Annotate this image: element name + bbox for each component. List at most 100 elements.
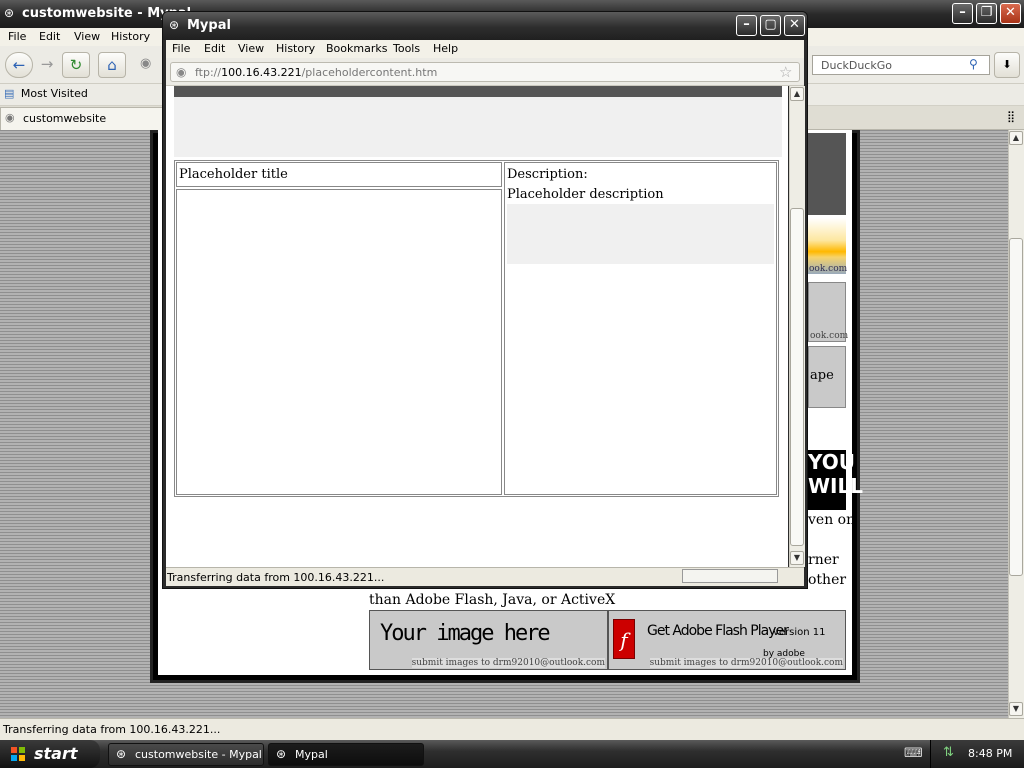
- side-box-ape-text: ape: [810, 368, 834, 383]
- page-header-bar: [174, 86, 782, 97]
- side-text-seen-on: ven on: [808, 512, 856, 528]
- maximize-button[interactable]: ❐: [976, 3, 997, 24]
- taskbar-button-label: Mypal: [295, 748, 328, 761]
- bookmark-folder-icon: ▤: [4, 87, 15, 100]
- side-banner-dark: [808, 133, 846, 215]
- mypal-app-icon: ⊛: [169, 18, 180, 32]
- main-status-text: Transferring data from 100.16.43.221...: [3, 723, 221, 736]
- scroll-up-arrow[interactable]: ▲: [1009, 131, 1023, 145]
- image-cell: [176, 189, 502, 495]
- taskbar-button-label: customwebsite - Mypal: [135, 748, 262, 761]
- popup-scroll-up-arrow[interactable]: ▲: [790, 87, 804, 101]
- popup-maximize-button[interactable]: ▢: [760, 15, 781, 36]
- ad-headline: Your image here: [380, 621, 551, 646]
- reload-button[interactable]: ↻: [62, 52, 90, 78]
- title-cell: Placeholder title: [176, 162, 502, 187]
- main-statusbar: Transferring data from 100.16.43.221...: [0, 718, 1024, 740]
- popup-menu-edit[interactable]: Edit: [204, 42, 225, 55]
- ad-submit-note: submit images to drm92010@outlook.com: [411, 658, 605, 668]
- popup-titlebar[interactable]: ⊛ Mypal – ▢ ✕: [163, 12, 807, 40]
- popup-status-text: Transferring data from 100.16.43.221...: [167, 571, 385, 584]
- description-text: Placeholder description: [507, 187, 664, 202]
- start-button[interactable]: start: [0, 740, 100, 768]
- home-button[interactable]: ⌂: [98, 52, 126, 78]
- tab-customwebsite[interactable]: ◉ customwebsite: [0, 107, 170, 130]
- menu-edit[interactable]: Edit: [39, 30, 60, 43]
- downloads-button[interactable]: ⬇: [994, 52, 1020, 78]
- ad-get-flash-player[interactable]: f Get Adobe Flash Player version 11 by a…: [608, 610, 846, 670]
- back-button[interactable]: ←: [5, 52, 33, 78]
- reload-icon: ↻: [69, 56, 83, 74]
- home-icon: ⌂: [107, 56, 117, 74]
- forward-button[interactable]: →: [33, 52, 61, 78]
- side-banner-you-will: YOU WILL: [808, 450, 863, 510]
- site-identity-icon[interactable]: ◉: [176, 65, 186, 79]
- side-box-caption: ook.com: [810, 331, 849, 341]
- start-label: start: [34, 744, 78, 763]
- flash-notice-text: than Adobe Flash, Java, or ActiveX: [369, 592, 616, 608]
- url-host: 100.16.43.221: [221, 66, 302, 79]
- popup-close-button[interactable]: ✕: [784, 15, 805, 36]
- ad-submit-note: submit images to drm92010@outlook.com: [649, 658, 843, 668]
- taskbar-button-customwebsite[interactable]: ⊛ customwebsite - Mypal: [108, 743, 264, 766]
- popup-title: Mypal: [187, 18, 231, 33]
- url-path: /placeholdercontent.htm: [301, 66, 438, 79]
- popup-menu-bookmarks[interactable]: Bookmarks: [326, 42, 387, 55]
- ad-flash-version: version 11: [773, 627, 826, 638]
- bookmark-most-visited[interactable]: ▤ Most Visited: [4, 87, 88, 100]
- popup-menu-tools[interactable]: Tools: [393, 42, 420, 55]
- scroll-down-arrow[interactable]: ▼: [1009, 702, 1023, 716]
- side-image-caption: ook.com: [809, 264, 848, 274]
- popup-menu-file[interactable]: File: [172, 42, 190, 55]
- side-box: ook.com: [808, 282, 849, 342]
- windows-logo-icon: [11, 747, 25, 761]
- mypal-app-icon: ⊛: [116, 747, 127, 761]
- mypal-app-icon: ⊛: [4, 6, 15, 20]
- main-scroll-thumb[interactable]: [1009, 238, 1023, 576]
- tab-list-icon[interactable]: ⣿: [1007, 110, 1015, 123]
- popup-menu-help[interactable]: Help: [433, 42, 458, 55]
- popup-url-field[interactable]: ◉ ftp://100.16.43.221/placeholdercontent…: [170, 62, 800, 82]
- search-placeholder: DuckDuckGo: [821, 59, 892, 72]
- search-icon[interactable]: ⚲: [969, 57, 978, 71]
- popup-url-text: ftp://100.16.43.221/placeholdercontent.h…: [195, 66, 437, 79]
- side-image-sunset: ook.com: [808, 218, 848, 274]
- taskbar-button-mypal[interactable]: ⊛ Mypal: [268, 743, 424, 766]
- system-tray: ⇅ 8:48 PM: [930, 740, 1024, 768]
- popup-scroll-down-arrow[interactable]: ▼: [790, 551, 804, 565]
- bookmark-star-icon[interactable]: ☆: [779, 63, 792, 81]
- forward-arrow-icon: →: [40, 55, 54, 73]
- side-text-corner: rner: [808, 552, 839, 568]
- back-arrow-icon: ←: [12, 56, 26, 74]
- close-button[interactable]: ✕: [1000, 3, 1021, 24]
- url-scheme: ftp://: [195, 66, 222, 79]
- tab-label: customwebsite: [23, 112, 107, 125]
- bookmark-label: Most Visited: [20, 87, 88, 100]
- download-arrow-icon: ⬇: [1002, 58, 1012, 71]
- menu-view[interactable]: View: [74, 30, 100, 43]
- site-identity-icon[interactable]: ◉: [140, 56, 151, 71]
- minimize-button[interactable]: –: [952, 3, 973, 24]
- mypal-app-icon: ⊛: [276, 747, 287, 761]
- side-text-other: other: [808, 572, 847, 588]
- popup-scroll-thumb[interactable]: [790, 208, 804, 546]
- popup-minimize-button[interactable]: –: [736, 15, 757, 36]
- globe-icon: ◉: [5, 111, 15, 124]
- keyboard-icon[interactable]: ⌨: [904, 746, 923, 761]
- popup-menubar: File Edit View History Bookmarks Tools H…: [166, 40, 804, 58]
- flash-logo-icon: f: [613, 619, 635, 659]
- network-icon[interactable]: ⇅: [943, 745, 954, 760]
- description-box: [507, 204, 774, 264]
- popup-menu-history[interactable]: History: [276, 42, 315, 55]
- search-input[interactable]: DuckDuckGo ⚲: [812, 55, 990, 75]
- page-banner: [174, 97, 782, 157]
- menu-file[interactable]: File: [8, 30, 26, 43]
- popup-progress-bar: [682, 569, 778, 583]
- ad-your-image-here[interactable]: Your image here submit images to drm9201…: [369, 610, 608, 670]
- clock[interactable]: 8:48 PM: [968, 747, 1012, 760]
- popup-menu-view[interactable]: View: [238, 42, 264, 55]
- menu-history[interactable]: History: [111, 30, 150, 43]
- content-title: Placeholder title: [179, 167, 288, 182]
- description-label: Description:: [507, 167, 588, 182]
- ad-flash-headline: Get Adobe Flash Player: [647, 623, 789, 639]
